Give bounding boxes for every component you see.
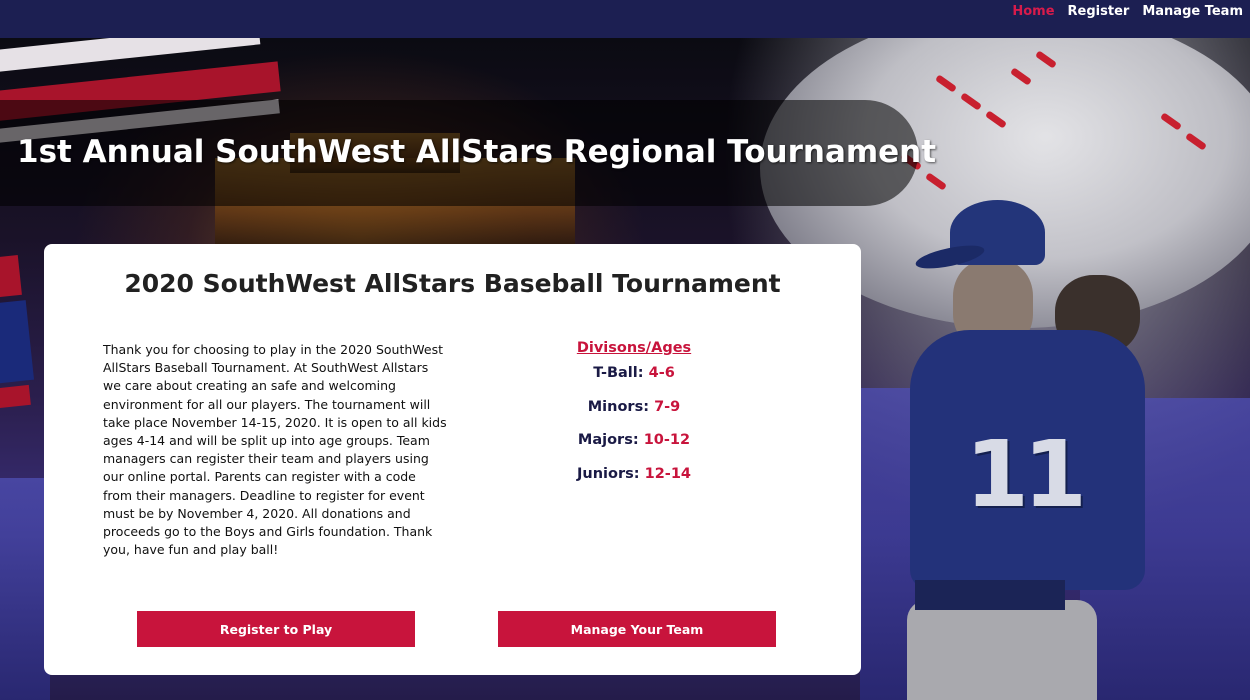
nav-links: Home Register Manage Team — [1012, 4, 1243, 19]
nav-home-link[interactable]: Home — [1012, 4, 1054, 19]
division-name: Juniors: — [577, 465, 640, 482]
player-belt — [915, 580, 1065, 610]
tournament-info-card: 2020 SouthWest AllStars Baseball Tournam… — [44, 244, 861, 675]
intro-paragraph: Thank you for choosing to play in the 20… — [103, 342, 447, 558]
division-row: Minors: 7-9 — [514, 398, 754, 432]
division-ages: 12-14 — [644, 465, 691, 482]
divisions-section: Divisons/Ages T-Ball: 4-6 Minors: 7-9 Ma… — [514, 340, 754, 498]
division-row: T-Ball: 4-6 — [514, 364, 754, 398]
card-title: 2020 SouthWest AllStars Baseball Tournam… — [124, 269, 781, 298]
division-name: T-Ball: — [593, 365, 644, 381]
manage-your-team-button[interactable]: Manage Your Team — [498, 611, 776, 647]
division-name: Majors: — [577, 432, 639, 448]
player-pants — [907, 600, 1097, 700]
division-name: Minors: — [587, 398, 649, 415]
division-ages: 4-6 — [648, 365, 675, 381]
division-ages: 10-12 — [643, 432, 691, 448]
register-to-play-button[interactable]: Register to Play — [137, 611, 415, 647]
division-row: Majors: 10-12 — [514, 431, 754, 465]
pitcher-player-image: 11 — [895, 200, 1195, 700]
division-ages: 7-9 — [654, 398, 681, 415]
nav-register-link[interactable]: Register — [1068, 4, 1130, 19]
flag-stripe — [0, 300, 35, 386]
divisions-header: Divisons/Ages — [576, 340, 692, 356]
flag-stripe — [0, 254, 22, 302]
nav-manage-team-link[interactable]: Manage Team — [1142, 4, 1243, 19]
division-row: Juniors: 12-14 — [514, 465, 754, 499]
city-skyline — [0, 478, 50, 700]
flag-stripe — [0, 384, 31, 412]
hero-title: 1st Annual SouthWest AllStars Regional T… — [17, 134, 937, 170]
top-navbar: Home Register Manage Team — [0, 0, 1250, 38]
jersey-number: 11 — [965, 421, 1087, 528]
